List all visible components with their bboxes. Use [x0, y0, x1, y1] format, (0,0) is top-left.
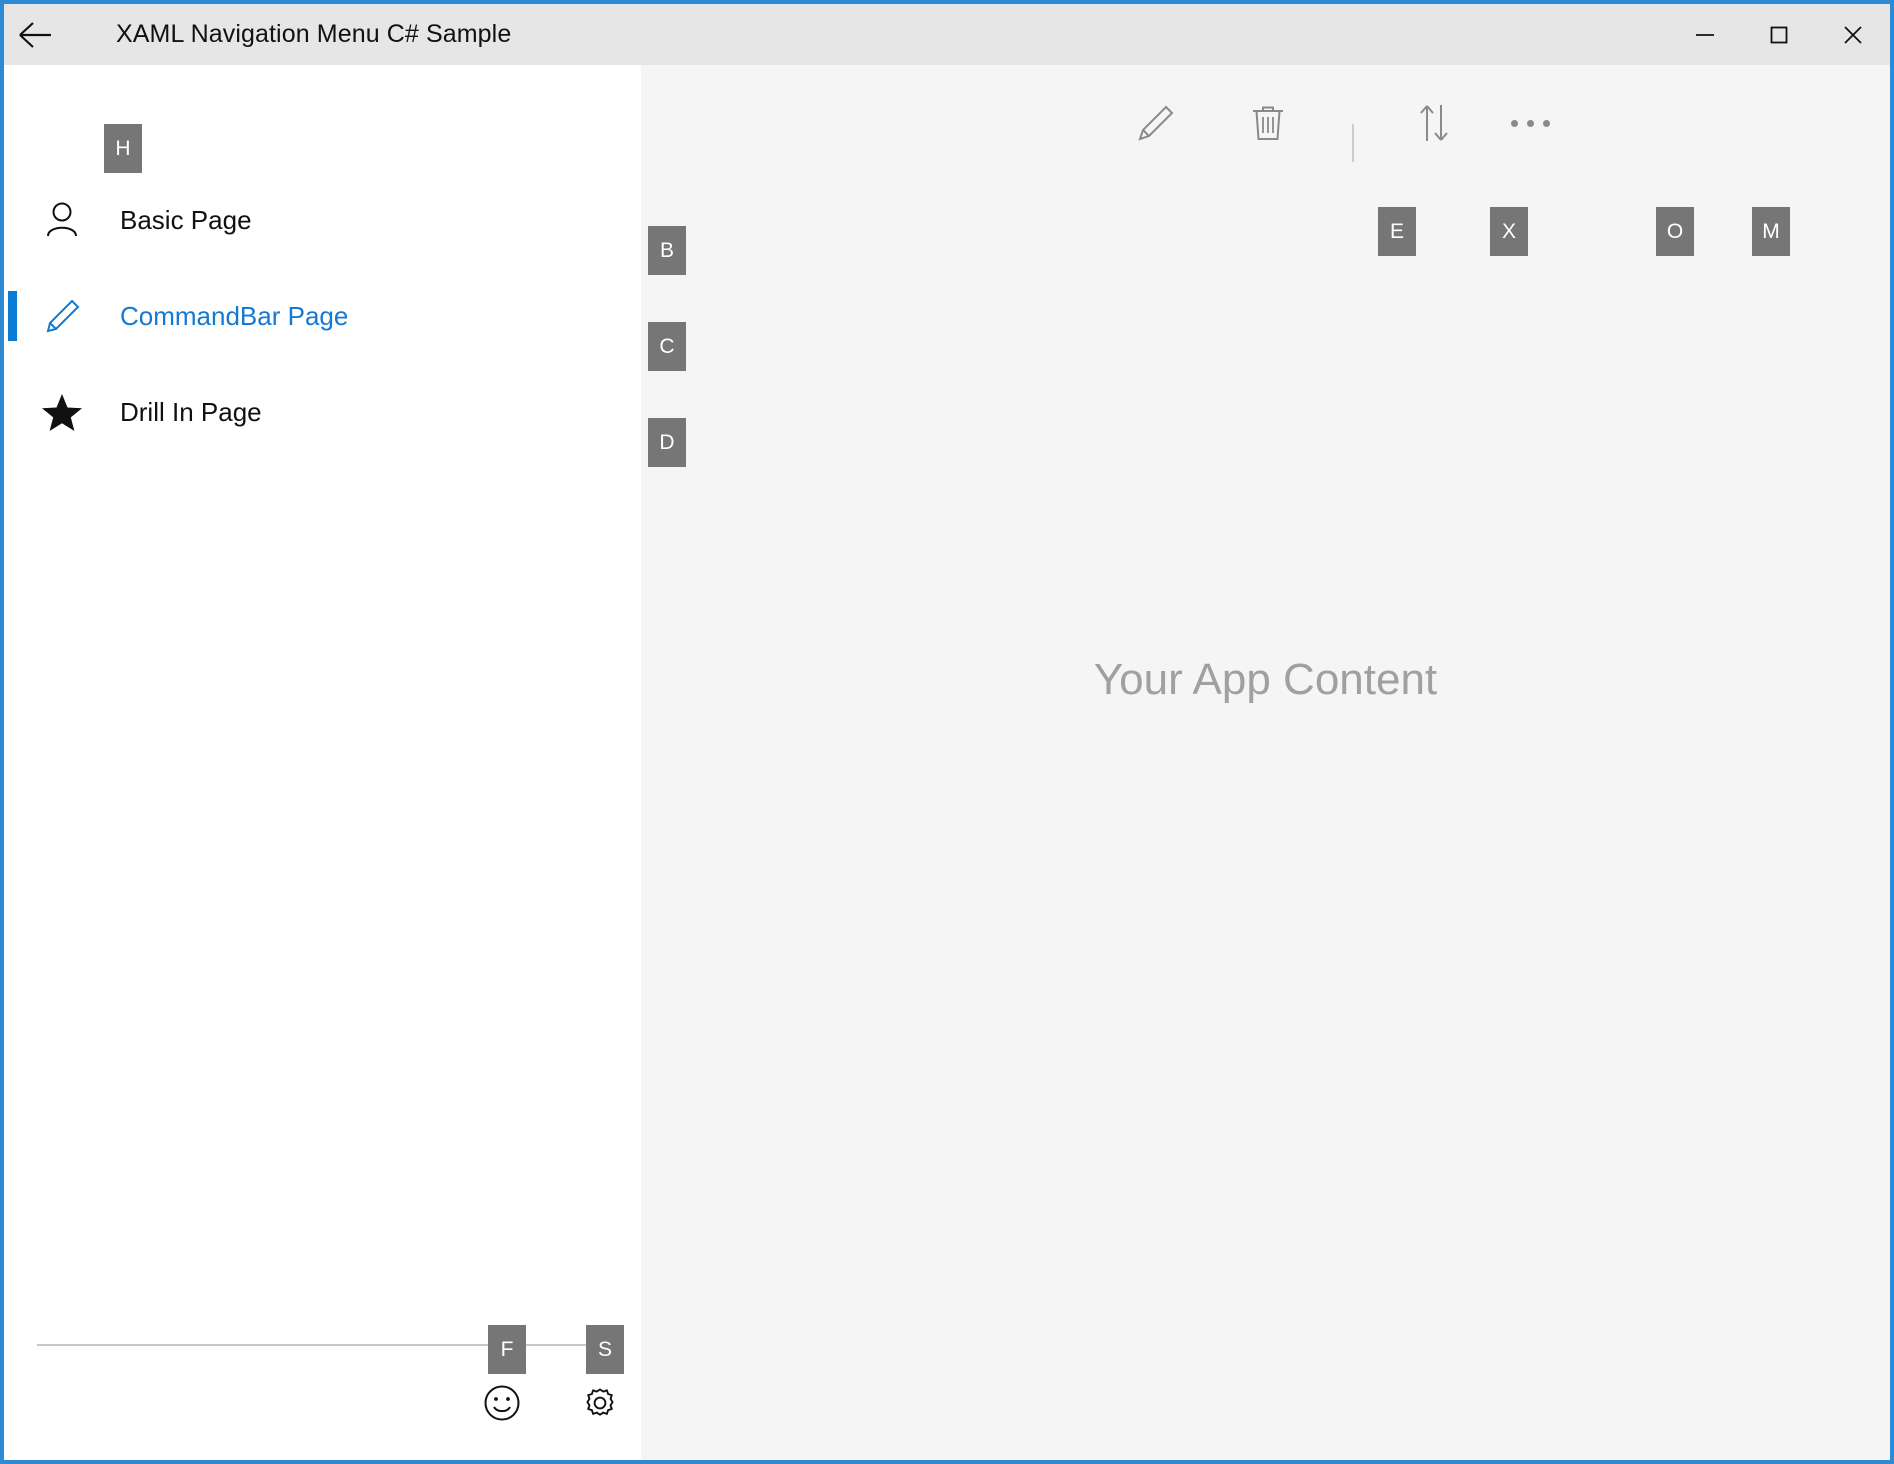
minimize-button[interactable] — [1668, 4, 1742, 65]
window-title: XAML Navigation Menu C# Sample — [116, 20, 511, 49]
star-icon — [4, 373, 120, 451]
sidebar-item-label: Drill In Page — [120, 397, 262, 428]
sidebar-divider — [37, 1344, 624, 1346]
smiley-face-icon — [482, 1383, 522, 1423]
more-button[interactable] — [1482, 65, 1578, 181]
command-bar — [641, 65, 1890, 181]
keytip-feedback: F — [488, 1325, 526, 1374]
keytip-edit: E — [1378, 207, 1416, 256]
back-arrow-icon — [18, 20, 52, 50]
sidebar-item-commandbar-page[interactable]: CommandBar Page — [4, 277, 641, 355]
more-ellipsis-icon — [1511, 120, 1550, 127]
settings-button[interactable] — [562, 1365, 638, 1441]
content-area: Basic Page CommandBar Page — [4, 65, 1890, 1460]
minimize-icon — [1692, 22, 1718, 48]
maximize-icon — [1766, 22, 1792, 48]
keytip-more: M — [1752, 207, 1790, 256]
sidebar-item-basic-page[interactable]: Basic Page — [4, 181, 641, 259]
sidebar-item-label: Basic Page — [120, 205, 252, 236]
close-button[interactable] — [1816, 4, 1890, 65]
trash-icon — [1247, 101, 1289, 145]
keytip-commandbar-page: C — [648, 322, 686, 371]
sidebar-item-label: CommandBar Page — [120, 301, 348, 332]
app-content-placeholder: Your App Content — [641, 655, 1890, 705]
keytip-sort: O — [1656, 207, 1694, 256]
gear-icon — [579, 1382, 621, 1424]
keytip-settings: S — [586, 1325, 624, 1374]
selection-indicator — [8, 291, 17, 341]
person-icon — [4, 181, 120, 259]
keytip-drill-in-page: D — [648, 418, 686, 467]
feedback-button[interactable] — [464, 1365, 540, 1441]
sort-button[interactable] — [1386, 65, 1482, 181]
back-button[interactable] — [4, 4, 66, 65]
sort-up-down-icon — [1414, 101, 1454, 145]
edit-button[interactable] — [1108, 65, 1204, 181]
maximize-button[interactable] — [1742, 4, 1816, 65]
main-content: Your App Content — [641, 65, 1890, 1460]
delete-button[interactable] — [1220, 65, 1316, 181]
close-icon — [1840, 22, 1866, 48]
app-window: XAML Navigation Menu C# Sample — [0, 0, 1894, 1464]
pencil-icon — [1134, 101, 1178, 145]
keytip-delete: X — [1490, 207, 1528, 256]
hamburger-row — [4, 65, 641, 181]
keytip-hamburger: H — [104, 124, 142, 173]
pencil-icon — [4, 277, 120, 355]
caption-button-group — [1668, 4, 1890, 65]
keytip-basic-page: B — [648, 226, 686, 275]
navigation-sidebar: Basic Page CommandBar Page — [4, 65, 641, 1460]
command-bar-separator — [1352, 124, 1354, 162]
sidebar-item-drill-in-page[interactable]: Drill In Page — [4, 373, 641, 451]
title-bar: XAML Navigation Menu C# Sample — [4, 4, 1890, 65]
